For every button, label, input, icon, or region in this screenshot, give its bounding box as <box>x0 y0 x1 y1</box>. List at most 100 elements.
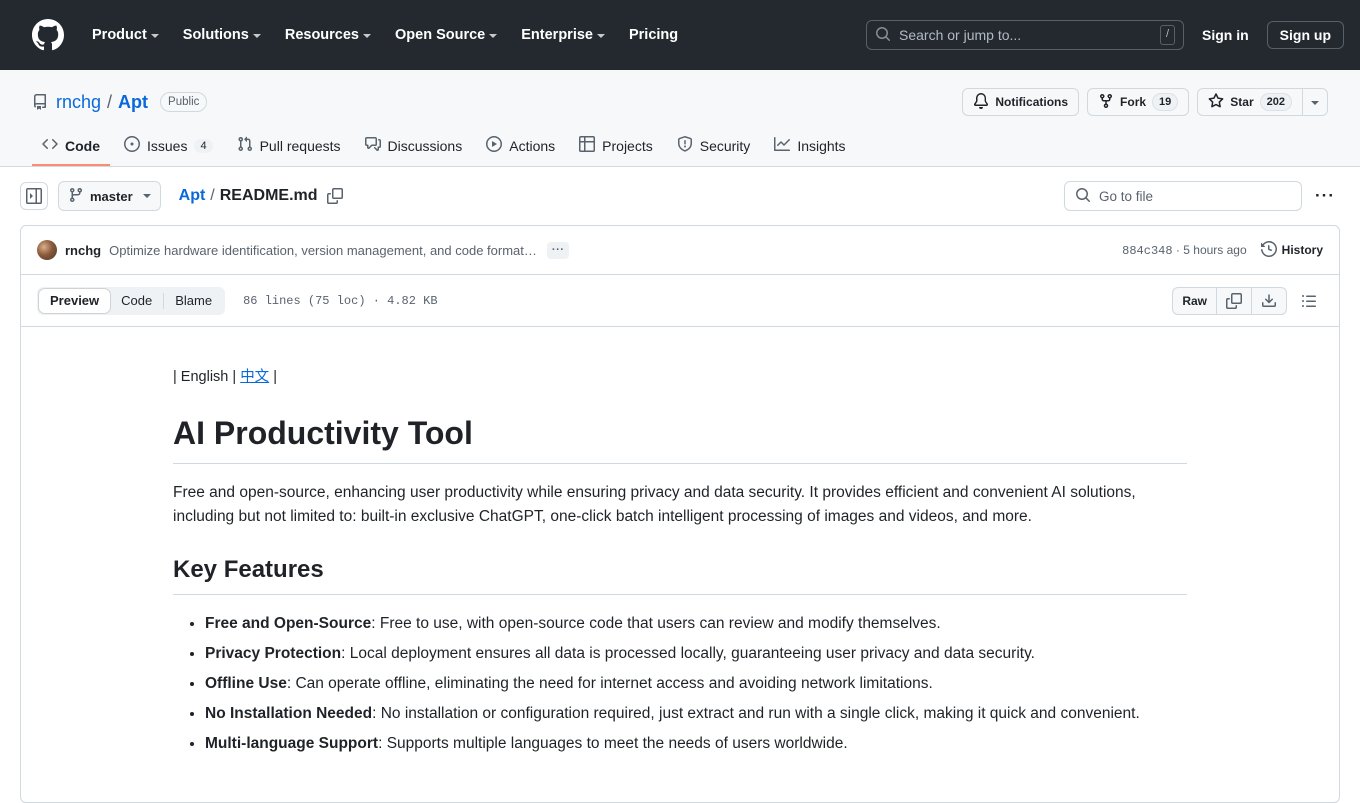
tab-actions[interactable]: Actions <box>476 128 565 166</box>
file-nav-right: Go to file ··· <box>1064 181 1340 211</box>
feature-term: Privacy Protection <box>205 644 342 662</box>
issue-opened-icon <box>124 136 140 155</box>
feature-term: Free and Open-Source <box>205 614 372 632</box>
raw-button[interactable]: Raw <box>1172 286 1216 315</box>
tab-projects[interactable]: Projects <box>569 128 663 166</box>
commit-author-link[interactable]: rnchg <box>65 243 101 258</box>
triangle-down-icon <box>1311 101 1319 105</box>
tab-label: Insights <box>797 137 846 154</box>
tab-label: Code <box>65 137 100 154</box>
sign-in-link[interactable]: Sign in <box>1192 21 1259 49</box>
global-header-right: Search or jump to... / Sign in Sign up <box>866 20 1344 50</box>
readme-feature-list: Free and Open-Source: Free to use, with … <box>173 612 1187 756</box>
readme-key-features-heading: Key Features <box>173 555 1187 595</box>
list-item: Multi-language Support: Supports multipl… <box>205 732 1187 756</box>
sidebar-expand-icon[interactable] <box>20 182 48 210</box>
global-nav-item-solutions[interactable]: Solutions <box>171 19 273 51</box>
star-icon <box>1208 92 1224 112</box>
repo-book-icon <box>32 94 48 110</box>
star-label: Star <box>1230 95 1254 109</box>
list-item: No Installation Needed: No installation … <box>205 702 1187 726</box>
global-nav-label: Product <box>92 27 147 43</box>
feature-desc: : Can operate offline, eliminating the n… <box>286 674 933 692</box>
chevron-down-icon <box>150 34 159 38</box>
repo-actions: Notifications Fork 19 Star 202 <box>962 88 1328 116</box>
global-nav-label: Enterprise <box>521 27 593 43</box>
copy-raw-icon[interactable] <box>1216 286 1251 315</box>
notifications-button[interactable]: Notifications <box>962 88 1080 116</box>
star-count: 202 <box>1259 93 1292 111</box>
star-button[interactable]: Star 202 <box>1197 88 1303 116</box>
view-blame-button[interactable]: Blame <box>164 289 223 313</box>
search-placeholder: Search or jump to... <box>899 27 1022 43</box>
view-code-button[interactable]: Code <box>110 289 163 313</box>
tab-label: Security <box>699 137 751 154</box>
play-icon <box>486 136 503 155</box>
chevron-down-icon <box>142 194 151 198</box>
repo-name-link[interactable]: Apt <box>118 92 148 113</box>
list-item: Offline Use: Can operate offline, elimin… <box>205 672 1187 696</box>
tab-security[interactable]: Security <box>667 128 761 166</box>
sign-up-button[interactable]: Sign up <box>1266 21 1344 49</box>
global-nav-item-enterprise[interactable]: Enterprise <box>509 19 617 51</box>
shield-icon <box>677 136 693 155</box>
list-unordered-icon[interactable] <box>1295 287 1323 315</box>
search-shortcut-key: / <box>1159 25 1175 45</box>
language-switch-line: | English | 中文 | <box>173 367 1187 389</box>
commit-sha-and-time: 884c348 · 5 hours ago <box>1122 243 1247 258</box>
download-icon[interactable] <box>1251 286 1287 315</box>
breadcrumb-separator: / <box>210 187 215 204</box>
commit-meta-right: 884c348 · 5 hours ago History <box>1122 240 1323 260</box>
repo-owner-link[interactable]: rnchg <box>56 92 101 113</box>
commit-message[interactable]: Optimize hardware identification, versio… <box>109 243 537 258</box>
global-nav-item-resources[interactable]: Resources <box>273 19 383 51</box>
tab-issues[interactable]: Issues 4 <box>114 128 223 166</box>
list-item: Free and Open-Source: Free to use, with … <box>205 612 1187 636</box>
chevron-down-icon <box>252 34 261 38</box>
history-label: History <box>1281 243 1323 257</box>
repo-visibility-badge: Public <box>160 92 208 112</box>
fork-label: Fork <box>1120 95 1147 109</box>
tab-discussions[interactable]: Discussions <box>355 128 473 166</box>
tab-code[interactable]: Code <box>32 128 110 166</box>
lang-chinese-link[interactable]: 中文 <box>240 369 269 385</box>
go-to-file-input[interactable]: Go to file <box>1064 181 1302 211</box>
search-input[interactable]: Search or jump to... / <box>866 20 1184 50</box>
branch-selector[interactable]: master <box>58 181 161 211</box>
tab-label: Pull requests <box>259 137 341 154</box>
global-nav-item-pricing[interactable]: Pricing <box>617 19 690 51</box>
comment-discussion-icon <box>364 136 381 155</box>
history-link[interactable]: History <box>1260 240 1323 260</box>
tab-insights[interactable]: Insights <box>764 128 855 166</box>
repo-title-row: rnchg / Apt Public Notifications Fork 19 <box>32 86 1328 118</box>
feature-desc: : Free to use, with open-source code tha… <box>371 614 941 632</box>
star-dropdown-button[interactable] <box>1303 88 1328 116</box>
file-view-toolbar: Preview Code Blame 86 lines (75 loc) · 4… <box>21 275 1339 327</box>
commit-relative-time: 5 hours ago <box>1183 242 1247 257</box>
git-branch-icon <box>68 187 84 206</box>
file-navigation-row: master Apt / README.md Go to file ··· <box>0 167 1360 225</box>
view-preview-button[interactable]: Preview <box>39 288 111 313</box>
breadcrumb-dir-link[interactable]: Apt <box>179 187 206 205</box>
commit-expand-button[interactable]: ··· <box>546 241 570 259</box>
commit-sha[interactable]: 884c348 <box>1122 244 1172 258</box>
global-header: Product Solutions Resources Open Source … <box>0 0 1360 70</box>
global-nav: Product Solutions Resources Open Source … <box>80 19 690 51</box>
fork-button[interactable]: Fork 19 <box>1087 88 1190 116</box>
breadcrumb-file-name: README.md <box>219 187 318 204</box>
global-nav-label: Resources <box>284 27 359 43</box>
global-nav-item-product[interactable]: Product <box>80 19 171 51</box>
github-mark-icon[interactable] <box>32 19 64 51</box>
global-nav-item-open-source[interactable]: Open Source <box>383 19 509 51</box>
file-content-wrapper: rnchg Optimize hardware identification, … <box>0 225 1360 803</box>
branch-name: master <box>90 188 133 204</box>
global-nav-label: Solutions <box>182 27 249 43</box>
more-options-button[interactable]: ··· <box>1310 181 1340 211</box>
avatar[interactable] <box>37 240 57 260</box>
global-nav-label: Open Source <box>395 27 486 43</box>
tab-pull-requests[interactable]: Pull requests <box>227 128 351 166</box>
fork-icon <box>1098 93 1114 112</box>
chevron-down-icon <box>489 34 498 38</box>
commit-separator: · <box>1175 242 1180 257</box>
copy-icon[interactable] <box>326 188 343 204</box>
